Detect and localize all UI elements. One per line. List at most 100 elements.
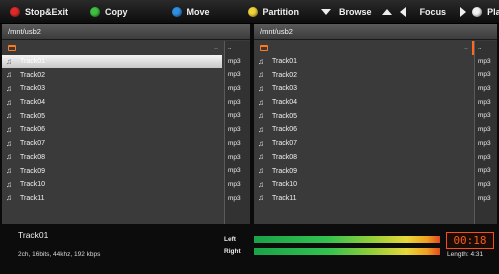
file-name: Track08: [272, 153, 298, 161]
move-label: Move: [186, 6, 210, 17]
left-arrow-icon: [399, 6, 406, 17]
file-name: Track07: [20, 140, 46, 148]
music-note-icon: ♫: [6, 166, 12, 176]
file-type: mp3: [228, 167, 241, 175]
file-name: Track08: [20, 153, 46, 161]
file-type: mp3: [228, 57, 241, 65]
parent-folder-row[interactable]: ..: [2, 41, 222, 55]
music-note-icon: ♫: [6, 97, 12, 107]
file-type: mp3: [478, 126, 491, 134]
file-type: mp3: [228, 112, 241, 120]
music-note-icon: ♫: [258, 138, 264, 148]
music-note-icon: ♫: [258, 97, 264, 107]
file-row[interactable]: ♫ Track08: [254, 151, 472, 165]
file-name: Track03: [272, 85, 298, 93]
parent-folder-label: ..: [214, 44, 218, 52]
file-row[interactable]: ♫ Track03: [254, 82, 472, 96]
file-name: Track06: [20, 126, 46, 134]
file-name: Track10: [272, 181, 298, 189]
file-type: mp3: [478, 153, 491, 161]
file-name: Track01: [20, 58, 46, 66]
up-arrow-icon: [381, 8, 392, 15]
file-row[interactable]: ♫ Track01: [2, 54, 222, 69]
file-name: Track01: [272, 58, 298, 66]
file-row[interactable]: ♫ Track11: [254, 192, 472, 206]
now-playing-title: Track01: [18, 230, 49, 240]
down-arrow-icon: [321, 8, 332, 15]
music-note-icon: ♫: [6, 83, 12, 93]
file-row[interactable]: ♫ Track08: [2, 151, 222, 165]
music-note-icon: ♫: [6, 124, 12, 134]
copy-button[interactable]: Copy: [90, 0, 128, 23]
file-row[interactable]: ♫ Track05: [254, 109, 472, 123]
file-type: mp3: [478, 180, 491, 188]
file-type: mp3: [228, 71, 241, 79]
file-row[interactable]: ♫ Track07: [2, 137, 222, 151]
file-row[interactable]: ♫ Track01: [254, 55, 472, 69]
play-button[interactable]: Play: [460, 0, 499, 23]
file-row[interactable]: ♫ Track02: [2, 68, 222, 82]
left-channel-label: Left: [224, 236, 236, 243]
music-note-icon: ♫: [258, 152, 264, 162]
file-row[interactable]: ♫ Track09: [2, 164, 222, 178]
red-button-icon: [10, 6, 20, 17]
file-row[interactable]: ♫ Track04: [2, 96, 222, 110]
right-path-bar: /mnt/usb2: [254, 24, 497, 40]
file-type: mp3: [228, 126, 241, 134]
music-note-icon: ♫: [258, 179, 264, 189]
file-type: mp3: [228, 139, 241, 147]
music-note-icon: ♫: [6, 138, 12, 148]
right-channel-label: Right: [224, 248, 241, 255]
right-level-fill: [254, 248, 441, 255]
copy-label: Copy: [105, 6, 128, 17]
right-file-pane[interactable]: /mnt/usb2 .. ♫ Track01 ♫ Track02 ♫ Track03 ♫ Tr…: [254, 24, 497, 224]
file-row[interactable]: ♫ Track03: [2, 82, 222, 96]
parent-folder-row[interactable]: ..: [254, 41, 472, 55]
left-level-meter: [254, 236, 444, 243]
file-name: Track07: [272, 140, 298, 148]
right-arrow-icon: [460, 6, 467, 17]
file-type: mp3: [228, 153, 241, 161]
file-row[interactable]: ♫ Track10: [2, 178, 222, 192]
file-row[interactable]: ♫ Track09: [254, 164, 472, 178]
scrollbar-thumb[interactable]: [472, 41, 474, 55]
file-row[interactable]: ♫ Track07: [254, 137, 472, 151]
file-name: Track11: [272, 194, 297, 202]
file-type: mp3: [228, 98, 241, 106]
file-type: mp3: [478, 194, 491, 202]
file-type: mp3: [478, 98, 491, 106]
file-row[interactable]: ♫ Track10: [254, 178, 472, 192]
file-row[interactable]: ♫ Track05: [2, 109, 222, 123]
focus-label: Focus: [419, 6, 447, 17]
audio-info: 2ch, 16bits, 44khz, 192 kbps: [18, 251, 101, 258]
music-note-icon: ♫: [6, 70, 12, 80]
move-button[interactable]: Move: [171, 0, 210, 23]
music-note-icon: ♫: [6, 111, 12, 121]
file-row[interactable]: ♫ Track11: [2, 192, 222, 206]
white-button-icon: [472, 6, 483, 17]
stop-exit-button[interactable]: Stop&Exit: [10, 0, 68, 23]
browse-button[interactable]: Browse: [321, 0, 372, 23]
music-note-icon: ♫: [258, 83, 264, 93]
focus-button[interactable]: Focus: [381, 0, 447, 23]
file-row[interactable]: ♫ Track02: [254, 68, 472, 82]
file-row[interactable]: ♫ Track06: [254, 123, 472, 137]
file-name: Track03: [20, 85, 46, 93]
music-note-icon: ♫: [258, 166, 264, 176]
left-file-pane[interactable]: /mnt/usb2 .. ♫ Track01 ♫ Track02 ♫ Track03 ♫ Tr…: [2, 24, 250, 224]
left-path-bar: /mnt/usb2: [2, 24, 250, 40]
file-name: Track11: [20, 194, 45, 202]
left-file-list[interactable]: .. ♫ Track01 ♫ Track02 ♫ Track03 ♫ Track04 ♫ Trac…: [2, 41, 222, 224]
file-name: Track10: [20, 181, 46, 189]
parent-type: ..: [478, 44, 482, 51]
file-name: Track05: [272, 112, 298, 120]
toolbar: Stop&Exit Copy Move Partition Browse Foc…: [0, 0, 499, 24]
partition-button[interactable]: Partition: [247, 0, 299, 23]
file-row[interactable]: ♫ Track06: [2, 123, 222, 137]
elapsed-time: 00:18: [446, 232, 494, 249]
blue-button-icon: [171, 6, 182, 17]
file-row[interactable]: ♫ Track04: [254, 96, 472, 110]
right-file-list[interactable]: .. ♫ Track01 ♫ Track02 ♫ Track03 ♫ Track04 ♫ Trac…: [254, 41, 472, 224]
music-note-icon: ♫: [6, 179, 12, 189]
file-name: Track05: [20, 112, 46, 120]
